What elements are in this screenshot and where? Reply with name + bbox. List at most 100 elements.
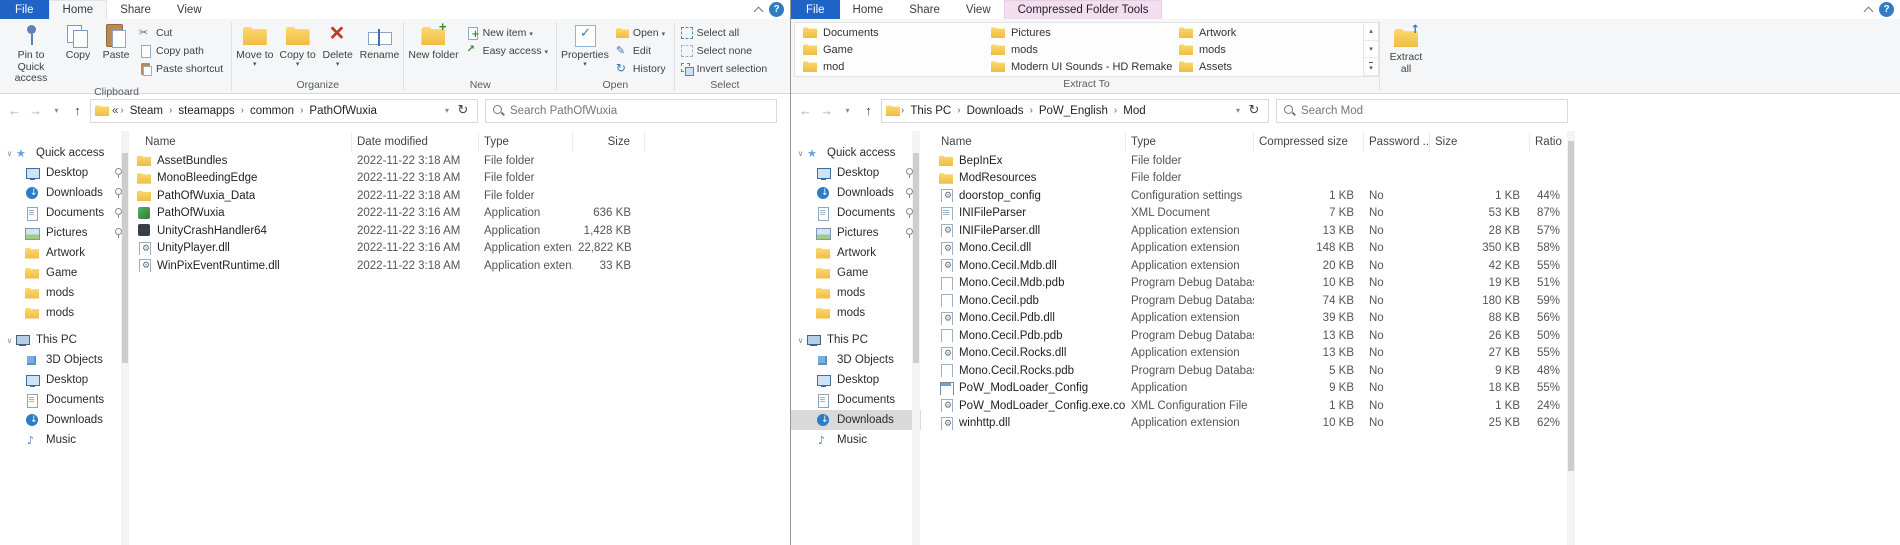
nav-item[interactable]: Desktop	[0, 370, 130, 390]
nav-item[interactable]: Quick access	[791, 143, 921, 163]
column-header-type[interactable]: Type	[479, 132, 573, 152]
file-row[interactable]: Mono.Cecil.Rocks.dll Application extensi…	[921, 345, 1900, 363]
column-header-size[interactable]: Size	[573, 132, 645, 152]
copy-to-button[interactable]: Copy to	[276, 20, 318, 69]
column-header-type[interactable]: Type	[1126, 132, 1254, 152]
file-row[interactable]: INIFileParser XML Document 7 KB No 53 KB…	[921, 205, 1900, 223]
tab-compressed-folder-tools[interactable]: Compressed Folder Tools	[1004, 0, 1163, 19]
breadcrumb-segment[interactable]: steamapps	[172, 105, 240, 117]
paste-button[interactable]: Paste	[97, 20, 135, 62]
pin-to-quick-access-button[interactable]: Pin to Quick access	[3, 20, 59, 85]
copy-button[interactable]: Copy	[59, 20, 97, 62]
tab-share[interactable]: Share	[107, 0, 164, 19]
nav-item[interactable]: Documents	[0, 203, 130, 223]
column-header-compressed-size[interactable]: Compressed size	[1254, 132, 1364, 152]
easy-access-button[interactable]: Easy access	[462, 42, 555, 60]
edit-button[interactable]: Edit	[612, 42, 673, 60]
expander-chevron-icon[interactable]	[795, 149, 806, 158]
extract-all-button[interactable]: Extract all	[1380, 20, 1432, 75]
file-list-scrollbar[interactable]	[1567, 131, 1575, 545]
search-input[interactable]	[510, 105, 770, 117]
column-header-name[interactable]: Name	[921, 132, 1126, 152]
column-header-password[interactable]: Password ...	[1364, 132, 1430, 152]
file-row[interactable]: AssetBundles 2022-11-22 3:18 AM File fol…	[130, 152, 790, 170]
tab-view[interactable]: View	[164, 0, 215, 19]
breadcrumb-segment[interactable]: PoW_English	[1033, 105, 1114, 117]
extract-destination-item[interactable]: Artwork	[1175, 24, 1363, 41]
address-dropdown-icon[interactable]	[1232, 106, 1244, 115]
nav-item[interactable]: Downloads	[791, 183, 921, 203]
invert-selection-button[interactable]: Invert selection	[676, 60, 775, 78]
breadcrumb-segment[interactable]: Steam	[124, 105, 169, 117]
nav-item[interactable]: mods	[791, 303, 921, 323]
cut-button[interactable]: Cut	[135, 24, 230, 42]
nav-item[interactable]: Downloads	[0, 410, 130, 430]
new-folder-button[interactable]: New folder	[405, 20, 461, 62]
nav-item[interactable]: Artwork	[791, 243, 921, 263]
file-row[interactable]: doorstop_config Configuration settings 1…	[921, 187, 1900, 205]
nav-item[interactable]: 3D Objects	[0, 350, 130, 370]
gallery-scroll-up-icon[interactable]	[1364, 23, 1378, 41]
breadcrumb[interactable]: This PC Downloads PoW_English Mo	[881, 99, 1269, 123]
file-row[interactable]: PathOfWuxia 2022-11-22 3:16 AM Applicati…	[130, 205, 790, 223]
file-row[interactable]: WinPixEventRuntime.dll 2022-11-22 3:18 A…	[130, 257, 790, 275]
column-header-size[interactable]: Size	[1430, 132, 1530, 152]
breadcrumb-overflow-chevron[interactable]: «	[110, 105, 120, 117]
file-row[interactable]: PathOfWuxia_Data 2022-11-22 3:18 AM File…	[130, 187, 790, 205]
extract-destination-item[interactable]: Modern UI Sounds - HD Remake	[987, 58, 1175, 75]
file-row[interactable]: Mono.Cecil.Pdb.dll Application extension…	[921, 310, 1900, 328]
file-row[interactable]: Mono.Cecil.pdb Program Debug Database 74…	[921, 292, 1900, 310]
new-item-button[interactable]: New item	[462, 24, 555, 42]
recent-locations-icon[interactable]: ▾	[837, 106, 858, 115]
extract-destination-item[interactable]: mods	[1175, 41, 1363, 58]
up-button[interactable]: ↑	[67, 103, 88, 118]
nav-item[interactable]: Desktop	[0, 163, 130, 183]
nav-item[interactable]: This PC	[0, 330, 130, 350]
file-row[interactable]: winhttp.dll Application extension 10 KB …	[921, 415, 1900, 433]
extract-destination-item[interactable]: mod	[799, 58, 987, 75]
recent-locations-icon[interactable]: ▾	[46, 106, 67, 115]
move-to-button[interactable]: Move to	[233, 20, 276, 69]
forward-button[interactable]: →	[25, 103, 46, 118]
nav-item[interactable]: Pictures	[791, 223, 921, 243]
copy-path-button[interactable]: Copy path	[135, 42, 230, 60]
nav-item[interactable]: Documents	[791, 390, 921, 410]
gallery-more-icon[interactable]	[1364, 58, 1378, 76]
column-header-date-modified[interactable]: Date modified	[352, 132, 479, 152]
forward-button[interactable]: →	[816, 103, 837, 118]
extract-destination-item[interactable]: mods	[987, 41, 1175, 58]
nav-item[interactable]: Quick access	[0, 143, 130, 163]
file-row[interactable]: Mono.Cecil.Pdb.pdb Program Debug Databas…	[921, 327, 1900, 345]
tab-view[interactable]: View	[953, 0, 1004, 19]
file-row[interactable]: PoW_ModLoader_Config.exe.config XML Conf…	[921, 397, 1900, 415]
file-row[interactable]: BepInEx File folder	[921, 152, 1900, 170]
refresh-icon[interactable]	[453, 103, 473, 118]
file-row[interactable]: INIFileParser.dll Application extension …	[921, 222, 1900, 240]
search-input[interactable]	[1301, 105, 1561, 117]
breadcrumb-segment[interactable]: Downloads	[961, 105, 1030, 117]
nav-item[interactable]: Artwork	[0, 243, 130, 263]
minimize-ribbon-icon[interactable]	[747, 0, 769, 19]
nav-item[interactable]: Desktop	[791, 370, 921, 390]
paste-shortcut-button[interactable]: Paste shortcut	[135, 60, 230, 78]
nav-item[interactable]: 3D Objects	[791, 350, 921, 370]
file-row[interactable]: UnityPlayer.dll 2022-11-22 3:16 AM Appli…	[130, 240, 790, 258]
breadcrumb-segment[interactable]: Mod	[1117, 105, 1151, 117]
properties-button[interactable]: Properties	[558, 20, 612, 69]
nav-item[interactable]: Music	[0, 430, 130, 450]
file-row[interactable]: ModResources File folder	[921, 170, 1900, 188]
nav-item[interactable]: Pictures	[0, 223, 130, 243]
file-row[interactable]: Mono.Cecil.Mdb.pdb Program Debug Databas…	[921, 275, 1900, 293]
extract-destination-item[interactable]: Game	[799, 41, 987, 58]
nav-item[interactable]: Downloads	[791, 410, 921, 430]
open-button[interactable]: Open	[612, 24, 673, 42]
rename-button[interactable]: Rename	[357, 20, 403, 62]
select-all-button[interactable]: Select all	[676, 24, 775, 42]
column-header-name[interactable]: Name	[130, 132, 352, 152]
delete-button[interactable]: Delete	[319, 20, 357, 69]
help-icon[interactable]	[1879, 2, 1894, 17]
extract-destination-item[interactable]: Assets	[1175, 58, 1363, 75]
nav-item[interactable]: mods	[0, 303, 130, 323]
breadcrumb-segment[interactable]: This PC	[904, 105, 957, 117]
tab-home[interactable]: Home	[49, 0, 108, 19]
